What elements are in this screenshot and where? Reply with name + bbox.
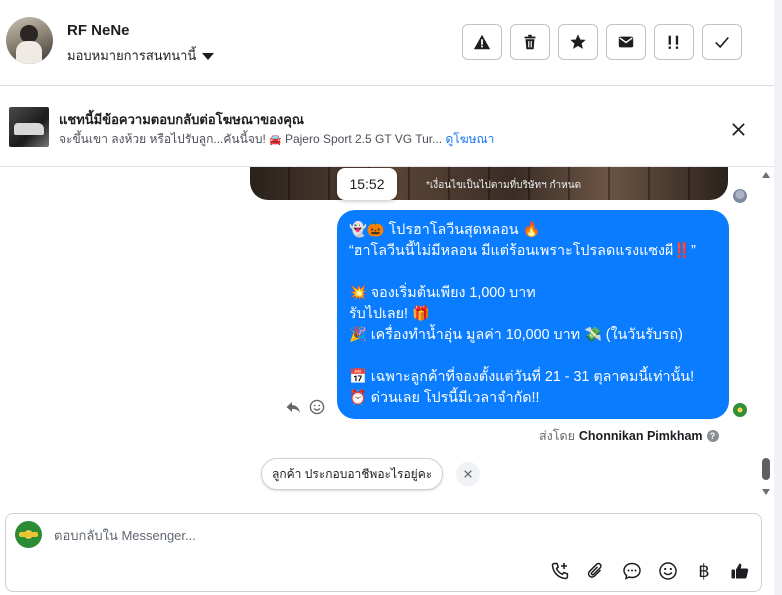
sent-by-label: ส่งโดย Chonnikan Pimkham ? — [539, 426, 719, 446]
follow-up-icon — [668, 35, 679, 49]
payment-button[interactable]: ฿ — [693, 560, 715, 582]
thumbs-up-icon — [731, 563, 749, 579]
close-icon — [464, 470, 472, 478]
star-icon — [570, 34, 586, 49]
image-message[interactable]: *เงื่อนไขเป็นไปตามที่บริษัทฯ กำหนด — [250, 167, 728, 200]
smiley-icon — [659, 562, 677, 580]
scroll-down-arrow[interactable] — [762, 489, 770, 495]
seen-avatar — [733, 189, 747, 203]
sent-by-name: Chonnikan Pimkham — [578, 429, 703, 443]
inbox-conversation-panel: RF NeNe มอบหมายการสนทนานี้ แชทนี้มีข้อคว… — [0, 0, 782, 595]
ad-banner-title: แชทนี้มีข้อความตอบกลับต่อโฆษณาของคุณ — [59, 112, 304, 127]
help-icon[interactable]: ? — [706, 430, 719, 442]
message-line: “ฮาโลวีนนี้ไม่มีหลอน มีแต่ร้อนเพราะโปรลด… — [349, 243, 696, 259]
contact-avatar[interactable] — [6, 17, 53, 64]
envelope-icon — [618, 36, 634, 48]
page-avatar — [15, 521, 42, 548]
chat-bubble-icon — [623, 562, 641, 580]
message-line: 👻🎃 โปรฮาโลวีนสุดหลอน 🔥 — [349, 222, 541, 238]
baht-icon: ฿ — [698, 560, 710, 581]
ad-thumbnail[interactable] — [9, 107, 49, 147]
timestamp-tooltip: 15:52 — [337, 168, 397, 200]
message-line: รับไปเลย! 🎁 — [349, 306, 430, 322]
message-line: 📅 เฉพาะลูกค้าที่จองตั้งแต่วันที่ 21 - 31… — [349, 369, 695, 385]
car-emoji: 🚘 — [269, 135, 282, 146]
caret-down-icon — [202, 52, 215, 60]
delete-button[interactable] — [510, 24, 550, 60]
report-spam-button[interactable] — [462, 24, 502, 60]
call-button[interactable] — [549, 560, 571, 582]
window-edge — [774, 0, 782, 595]
reply-input[interactable] — [54, 528, 734, 543]
message-actions — [284, 398, 326, 416]
reply-button[interactable] — [284, 398, 302, 416]
emoji-button[interactable] — [657, 560, 679, 582]
ad-product: Pajero Sport 2.5 GT VG Tur... — [284, 132, 443, 146]
message-composer: ฿ — [5, 513, 762, 592]
contact-name[interactable]: RF NeNe — [67, 22, 130, 39]
trash-icon — [524, 34, 536, 50]
follow-up-button[interactable] — [654, 24, 694, 60]
reply-icon — [286, 402, 300, 413]
message-line: 💥 จองเริ่มต้นเพียง 1,000 บาท — [349, 285, 536, 301]
conversation-header: RF NeNe มอบหมายการสนทนานี้ — [0, 0, 774, 86]
image-caption: *เงื่อนไขเป็นไปตามที่บริษัทฯ กำหนด — [426, 180, 582, 191]
view-ad-link[interactable]: ดูโฆษณา — [445, 132, 494, 146]
assign-conversation-dropdown[interactable]: มอบหมายการสนทนานี้ — [67, 45, 215, 66]
message-line: ⏰ ด่วนเลย โปรนี้มีเวลาจำกัด!! — [349, 390, 540, 406]
message-line: 🎉 เครื่องทำน้ำอุ่น มูลค่า 10,000 บาท 💸 (… — [349, 327, 683, 343]
ad-headline: จะขึ้นเขา ลงห้วย หรือไปรับลูก...คันนี้จบ… — [59, 132, 266, 146]
outgoing-message-bubble[interactable]: 👻🎃 โปรฮาโลวีนสุดหลอน 🔥 “ฮาโลวีนนี้ไม่มีห… — [337, 210, 729, 419]
attach-button[interactable] — [585, 560, 607, 582]
suggested-reply-chip[interactable]: ลูกค้า ประกอบอาชีพอะไรอยู่คะ — [261, 458, 444, 490]
smiley-icon — [309, 399, 325, 415]
scrollbar-thumb[interactable] — [762, 458, 770, 480]
warning-icon — [473, 34, 491, 50]
mark-done-button[interactable] — [702, 24, 742, 60]
react-button[interactable] — [308, 398, 326, 416]
sender-avatar — [733, 403, 747, 417]
sent-by-prefix: ส่งโดย — [539, 429, 575, 443]
phone-plus-icon — [551, 562, 569, 580]
dismiss-suggestion-button[interactable] — [456, 462, 480, 486]
message-line-blank — [349, 346, 717, 367]
car-shape — [14, 123, 44, 135]
message-line-blank — [349, 262, 717, 283]
check-icon — [715, 36, 729, 49]
saved-replies-button[interactable] — [621, 560, 643, 582]
star-button[interactable] — [558, 24, 598, 60]
like-button[interactable] — [729, 560, 751, 582]
close-icon — [731, 122, 745, 136]
composer-toolbar: ฿ — [549, 560, 751, 582]
mark-unread-button[interactable] — [606, 24, 646, 60]
ad-banner-subtitle: จะขึ้นเขา ลงห้วย หรือไปรับลูก...คันนี้จบ… — [59, 130, 494, 149]
close-banner-button[interactable] — [726, 117, 750, 141]
ad-reply-banner: แชทนี้มีข้อความตอบกลับต่อโฆษณาของคุณ จะข… — [0, 87, 774, 167]
message-thread[interactable]: *เงื่อนไขเป็นไปตามที่บริษัทฯ กำหนด 15:52… — [0, 167, 774, 497]
scroll-up-arrow[interactable] — [762, 172, 770, 178]
avatar-body-shape — [16, 41, 42, 64]
paperclip-icon — [587, 562, 602, 578]
assign-label: มอบหมายการสนทนานี้ — [67, 48, 197, 63]
